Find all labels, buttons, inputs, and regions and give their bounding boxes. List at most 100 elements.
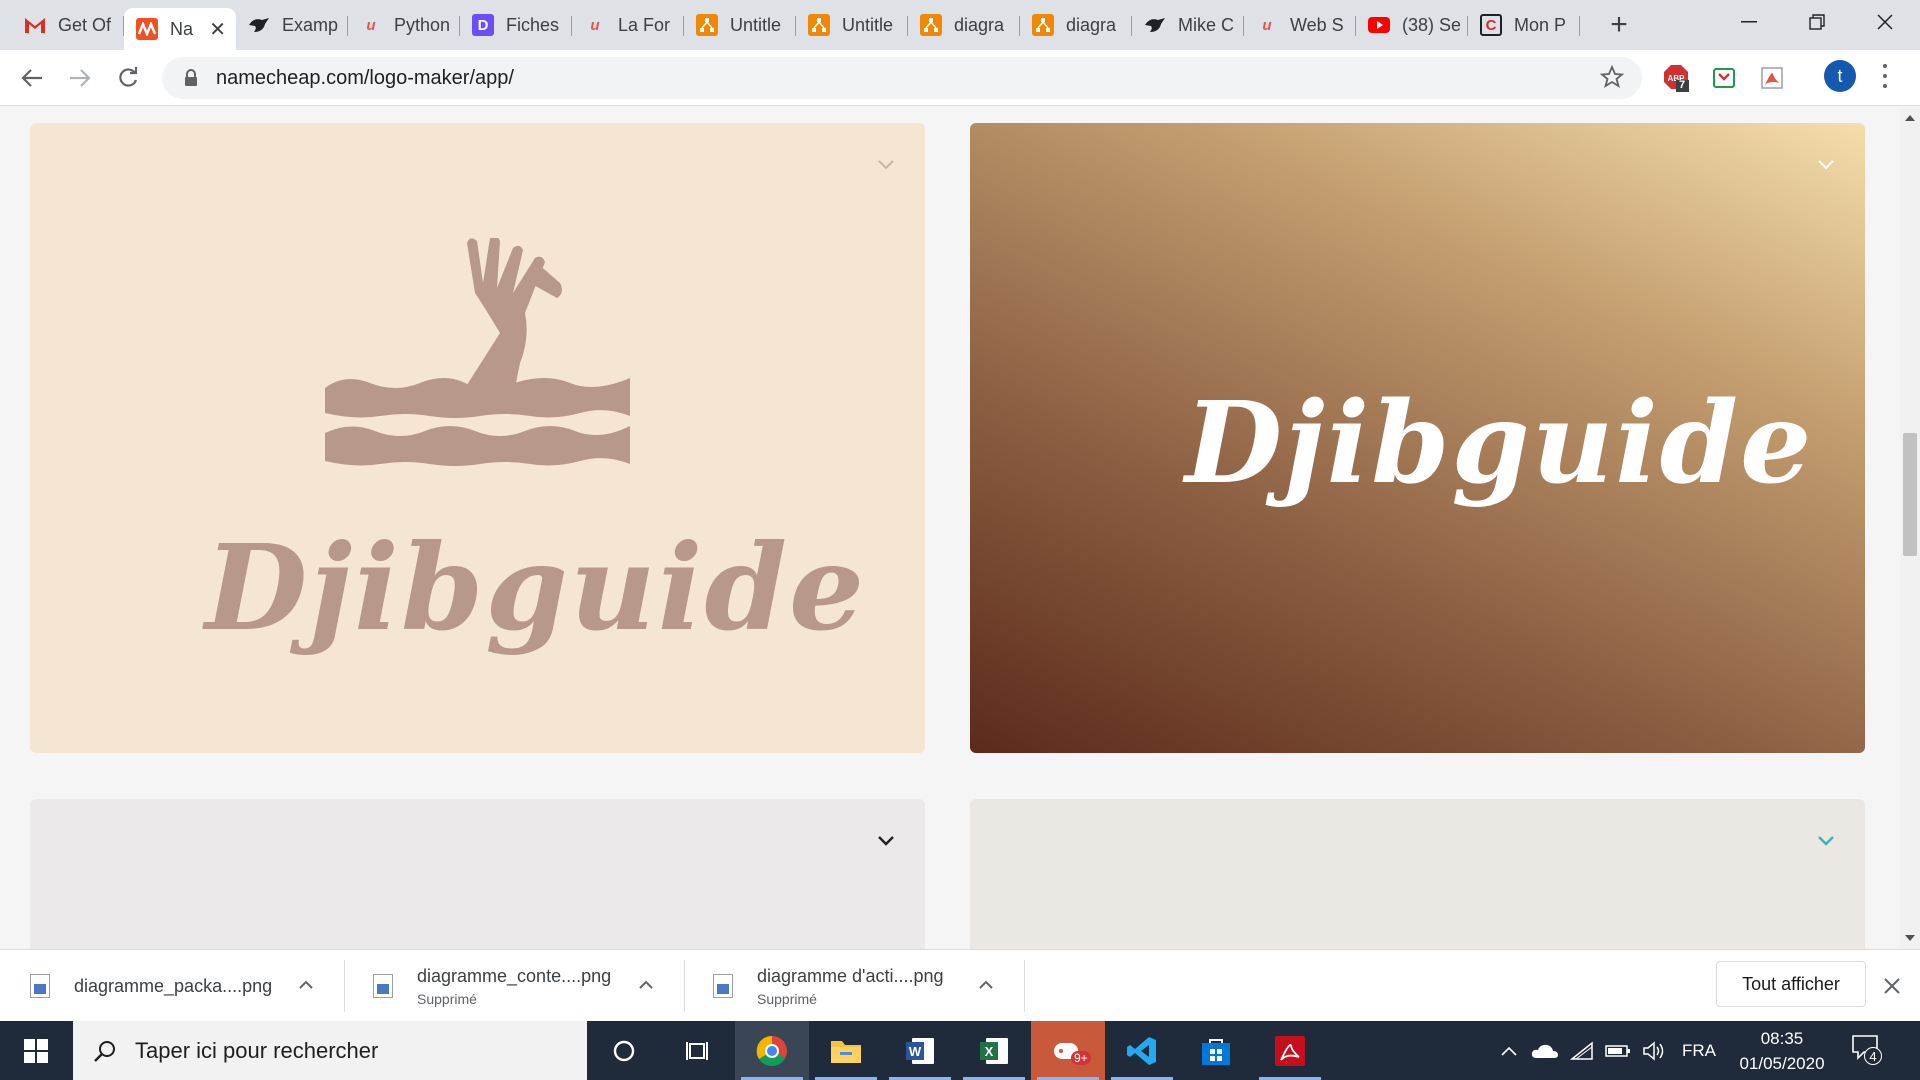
logo-card[interactable] (970, 799, 1865, 949)
scrollbar-thumb[interactable] (1903, 433, 1917, 556)
show-all-downloads-button[interactable]: Tout afficher (1716, 961, 1866, 1007)
logo-brand-name: Djibguide (205, 518, 867, 657)
youtube-icon (1368, 14, 1390, 36)
udemy-icon: u (366, 16, 376, 34)
browser-tab[interactable]: Untitle (684, 8, 796, 42)
chevron-up-icon[interactable] (297, 976, 315, 994)
pocket-icon[interactable] (1710, 64, 1738, 92)
minimize-button[interactable] (1720, 0, 1778, 44)
cortana-icon[interactable] (587, 1021, 661, 1080)
c-site-icon: C (1480, 14, 1502, 36)
task-view-icon[interactable] (661, 1021, 735, 1080)
search-placeholder: Taper ici pour rechercher (135, 1037, 379, 1063)
tab-strip: Get Of Na ✕ Examp u Python D Fiches u La… (0, 0, 1920, 50)
drawio-icon (920, 14, 942, 36)
browser-tab[interactable]: Examp (236, 8, 348, 42)
chevron-down-icon[interactable] (1815, 153, 1837, 175)
input-language[interactable]: FRA (1676, 1021, 1722, 1080)
pdf-extension-icon[interactable] (1758, 64, 1786, 92)
close-shelf-icon[interactable] (1882, 976, 1902, 996)
download-filename: diagramme_conte....png (417, 965, 612, 986)
download-shelf: diagramme_packa....png diagramme_conte..… (0, 949, 1920, 1021)
logo-maker-results: Djibguide Djibguide (0, 107, 1900, 949)
svg-text:X: X (985, 1044, 994, 1059)
drawio-icon (808, 14, 830, 36)
bird-icon (248, 14, 270, 36)
browser-tab[interactable]: u Web S (1244, 8, 1356, 42)
url-text: namecheap.com/logo-maker/app/ (216, 66, 514, 89)
logo-card[interactable]: Djibguide (970, 123, 1865, 753)
address-bar[interactable]: namecheap.com/logo-maker/app/ (162, 57, 1642, 99)
browser-tab[interactable]: (38) Se (1356, 8, 1468, 42)
profile-avatar[interactable]: t (1824, 60, 1856, 92)
drowning-hand-icon (325, 238, 630, 466)
browser-tab[interactable]: Get Of (12, 8, 124, 42)
browser-tab[interactable]: u La For (572, 8, 684, 42)
browser-tab-active[interactable]: Na ✕ (124, 8, 236, 50)
browser-tab[interactable]: u Python (348, 8, 460, 42)
logo-brand-name: Djibguide (1185, 378, 1814, 509)
browser-tab[interactable]: C Mon P (1468, 8, 1580, 42)
chrome-icon[interactable] (735, 1021, 809, 1080)
gmail-icon (24, 14, 46, 36)
browser-tab[interactable]: diagra (908, 8, 1020, 42)
clock-time: 08:35 (1760, 1029, 1804, 1048)
close-window-button[interactable] (1856, 0, 1914, 44)
volume-icon[interactable] (1638, 1021, 1670, 1080)
browser-tab[interactable]: Mike C (1132, 8, 1244, 42)
file-explorer-icon[interactable] (809, 1021, 883, 1080)
windows-start-icon[interactable] (0, 1021, 72, 1080)
chevron-up-icon[interactable] (637, 976, 655, 994)
game-badge: 9+ (1071, 1051, 1091, 1065)
back-button[interactable] (14, 60, 50, 96)
show-hidden-icons[interactable] (1494, 1021, 1524, 1080)
onedrive-icon[interactable] (1528, 1021, 1562, 1080)
browser-toolbar: namecheap.com/logo-maker/app/ ABP 7 (0, 50, 1920, 106)
bird-icon (1144, 14, 1166, 36)
drawio-icon (696, 14, 718, 36)
acrobat-icon[interactable] (1253, 1021, 1327, 1080)
scroll-up-icon[interactable] (1905, 115, 1915, 121)
chevron-down-icon[interactable] (875, 153, 897, 175)
bookmark-star-icon[interactable] (1599, 64, 1625, 94)
scroll-down-icon[interactable] (1905, 935, 1915, 941)
adblock-badge: 7 (1679, 79, 1686, 91)
vscode-icon[interactable] (1105, 1021, 1179, 1080)
game-app-icon[interactable]: 9+ (1031, 1021, 1105, 1080)
logo-card[interactable] (30, 799, 925, 949)
download-item[interactable]: diagramme_conte....png Supprimé (345, 950, 685, 1022)
page-scrollbar[interactable] (1900, 107, 1920, 949)
reload-button[interactable] (110, 60, 146, 96)
udemy-icon: u (590, 16, 600, 34)
clock-date: 01/05/2020 (1739, 1054, 1825, 1073)
word-icon[interactable]: W (883, 1021, 957, 1080)
chevron-up-icon[interactable] (977, 976, 995, 994)
taskbar-clock[interactable]: 08:35 01/05/2020 (1726, 1025, 1838, 1077)
browser-menu-icon[interactable] (1878, 64, 1892, 88)
logo-card[interactable]: Djibguide (30, 123, 925, 753)
chevron-down-icon[interactable] (1815, 829, 1837, 851)
close-tab-icon[interactable]: ✕ (209, 17, 226, 42)
namecheap-icon (136, 18, 158, 40)
download-item[interactable]: diagramme d'acti....png Supprimé (685, 950, 1025, 1022)
chevron-down-icon[interactable] (875, 829, 897, 851)
wifi-icon[interactable] (1566, 1021, 1598, 1080)
taskbar-search-input[interactable]: Taper ici pour rechercher (73, 1021, 587, 1080)
download-filename: diagramme_packa....png (74, 975, 273, 996)
browser-tab[interactable]: Untitle (796, 8, 908, 42)
image-file-icon (30, 974, 50, 998)
action-center-icon[interactable]: 4 (1850, 1033, 1886, 1069)
restore-button[interactable] (1788, 0, 1846, 44)
new-tab-button[interactable]: + (1602, 8, 1636, 42)
adblock-icon[interactable]: ABP 7 (1662, 64, 1690, 92)
forward-button[interactable] (62, 60, 98, 96)
search-icon (94, 1040, 115, 1062)
browser-tab[interactable]: D Fiches (460, 8, 572, 42)
download-item[interactable]: diagramme_packa....png (0, 950, 345, 1022)
store-icon[interactable] (1179, 1021, 1253, 1080)
excel-icon[interactable]: X (957, 1021, 1031, 1080)
battery-icon[interactable] (1602, 1021, 1634, 1080)
download-status: Supprimé (757, 990, 817, 1007)
browser-tab[interactable]: diagra (1020, 8, 1132, 42)
image-file-icon (713, 974, 733, 998)
